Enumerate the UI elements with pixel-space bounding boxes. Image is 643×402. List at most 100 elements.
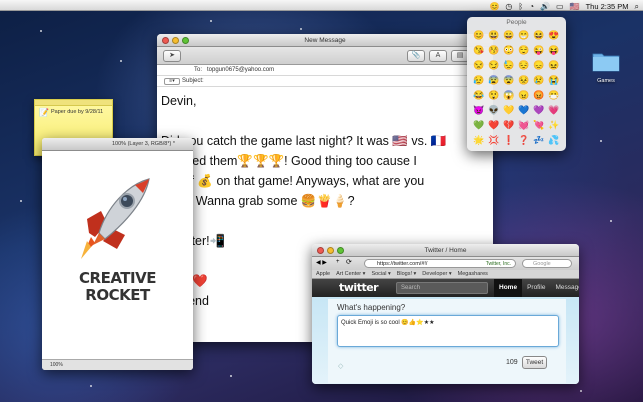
emoji-cell[interactable]: 😭 [547, 73, 561, 87]
emoji-cell[interactable]: 😂 [472, 88, 486, 102]
emoji-cell[interactable]: 💢 [487, 133, 501, 147]
zoom-button[interactable] [337, 247, 344, 254]
emoji-cell[interactable]: 😏 [487, 58, 501, 72]
emoji-cell[interactable]: 😘 [472, 43, 486, 57]
attach-button[interactable]: 📎 [407, 50, 425, 62]
nav-home[interactable]: Home [494, 279, 523, 297]
emoji-cell[interactable]: 💗 [547, 103, 561, 117]
image-editor-window[interactable]: 100% (Layer 3, RGB/8*) * CREATIVE ROCKET… [42, 138, 193, 370]
emoji-cell[interactable]: 😃 [487, 28, 501, 42]
send-button[interactable]: ➤ [163, 50, 181, 62]
add-bookmark-icon[interactable]: + [336, 259, 340, 265]
emoji-cell[interactable]: 💙 [517, 103, 531, 117]
emoji-icon[interactable]: 😊 [489, 2, 499, 11]
to-field[interactable]: topgun0675@yahoo.com [207, 65, 274, 76]
emoji-cell[interactable]: 😌 [517, 43, 531, 57]
emoji-cell[interactable]: ✨ [547, 118, 561, 132]
emoji-cell[interactable]: 😥 [472, 73, 486, 87]
emoji-cell[interactable]: 💘 [532, 118, 546, 132]
emoji-cell[interactable]: 😊 [472, 28, 486, 42]
mail-body-line [161, 111, 489, 131]
emoji-cell[interactable]: 😓 [502, 58, 516, 72]
browser-search-field[interactable]: Google [522, 259, 572, 268]
emoji-cell[interactable]: 😱 [502, 88, 516, 102]
emoji-cell[interactable]: 💜 [532, 103, 546, 117]
emoji-cell[interactable]: 😷 [547, 88, 561, 102]
emoji-cell[interactable]: 😣 [517, 73, 531, 87]
minimize-button[interactable] [172, 37, 179, 44]
emoji-cell[interactable]: 😒 [472, 58, 486, 72]
emoji-cell[interactable]: ❤️ [487, 118, 501, 132]
emoji-cell[interactable]: 😁 [517, 28, 531, 42]
emoji-cell[interactable]: 😄 [502, 28, 516, 42]
time-machine-icon[interactable]: ◷ [505, 2, 512, 11]
emoji-cell[interactable]: 🌟 [472, 133, 486, 147]
flag-icon[interactable]: 🇺🇸 [570, 2, 580, 11]
bookmark-item[interactable]: Apple [316, 270, 330, 278]
twitter-nav: Home Profile Messages [494, 279, 579, 297]
zoom-button[interactable] [182, 37, 189, 44]
twitter-logo[interactable]: twitter [339, 281, 379, 294]
sticky-content[interactable]: 📝 Paper due by 9/28/11 [35, 106, 112, 117]
bookmark-item[interactable]: Social ▾ [371, 270, 390, 278]
emoji-cell[interactable]: 😞 [532, 58, 546, 72]
emoji-cell[interactable]: 💔 [502, 118, 516, 132]
spotlight-icon[interactable]: ⌕ [635, 2, 639, 11]
menubar-clock[interactable]: Thu 2:35 PM [586, 2, 629, 11]
battery-icon[interactable]: ▭ [556, 2, 564, 11]
header-options-icon[interactable]: ≡▾ [164, 78, 180, 85]
emoji-cell[interactable]: ❓ [517, 133, 531, 147]
emoji-cell[interactable]: 😠 [517, 88, 531, 102]
bluetooth-icon[interactable]: ᛒ [518, 2, 523, 11]
fonts-button[interactable]: A [429, 50, 447, 62]
mail-titlebar[interactable]: New Message [157, 34, 493, 47]
nav-profile[interactable]: Profile [522, 279, 550, 297]
close-button[interactable] [162, 37, 169, 44]
bookmark-item[interactable]: Developer ▾ [422, 270, 451, 278]
emoji-cell[interactable]: 😚 [487, 43, 501, 57]
emoji-cell[interactable]: ❗ [502, 133, 516, 147]
volume-icon[interactable]: 🔊 [540, 2, 550, 11]
twitter-search-input[interactable]: Search [396, 282, 488, 294]
emoji-cell[interactable]: 😲 [487, 88, 501, 102]
address-bar[interactable]: https://twitter.com/#!/ Twitter, Inc. [364, 259, 516, 268]
bookmark-item[interactable]: Blogs! ▾ [397, 270, 417, 278]
reload-icon[interactable]: ⟳ [346, 258, 352, 266]
emoji-cell[interactable]: 😖 [547, 58, 561, 72]
zoom-level[interactable]: 100% [50, 362, 63, 368]
canvas[interactable]: CREATIVE ROCKET [42, 151, 193, 359]
emoji-cell[interactable]: 😔 [517, 58, 531, 72]
emoji-cell[interactable]: 💚 [472, 118, 486, 132]
tweet-button[interactable]: Tweet [522, 356, 547, 369]
emoji-cell[interactable]: 😆 [532, 28, 546, 42]
emoji-cell[interactable]: 😍 [547, 28, 561, 42]
emoji-cell[interactable]: 💤 [532, 133, 546, 147]
browser-titlebar[interactable]: Twitter / Home [312, 244, 579, 257]
wifi-icon[interactable]: ◔ [529, 2, 534, 11]
emoji-cell[interactable]: 😳 [502, 43, 516, 57]
emoji-cell[interactable]: 💦 [547, 133, 561, 147]
location-icon[interactable]: ◇ [338, 362, 343, 370]
bookmark-item[interactable]: Megashares [458, 270, 488, 278]
close-button[interactable] [317, 247, 324, 254]
emoji-cell[interactable]: 💓 [517, 118, 531, 132]
browser-window[interactable]: Twitter / Home ◀ ▶ + ⟳ https://twitter.c… [312, 244, 579, 384]
emoji-cell[interactable]: 😨 [502, 73, 516, 87]
emoji-cell[interactable]: 💛 [502, 103, 516, 117]
emoji-cell[interactable]: 😰 [487, 73, 501, 87]
emoji-cell[interactable]: 😢 [532, 73, 546, 87]
emoji-cell[interactable]: 👽 [487, 103, 501, 117]
image-titlebar[interactable]: 100% (Layer 3, RGB/8*) * [42, 138, 193, 151]
back-forward-buttons[interactable]: ◀ ▶ [316, 259, 327, 266]
desktop-folder-games[interactable]: Games [586, 50, 626, 84]
minimize-button[interactable] [327, 247, 334, 254]
emoji-cell[interactable]: 😡 [532, 88, 546, 102]
emoji-palette[interactable]: People 😊 😃 😄 😁 😆 😍 😘 😚 😳 😌 😜 😝 😒 😏 😓 😔 😞 😖 😥 😰 😨 😣 😢 😭 😂 😲 😱 😠 😡 😷 👿 👽 💛… [467, 17, 566, 151]
bookmark-item[interactable]: Art Center ▾ [336, 270, 365, 278]
emoji-cell[interactable]: 👿 [472, 103, 486, 117]
emoji-cell[interactable]: 😝 [547, 43, 561, 57]
nav-messages[interactable]: Messages [551, 279, 580, 297]
emoji-cell[interactable]: 😜 [532, 43, 546, 57]
folder-label: Games [597, 78, 615, 84]
tweet-input[interactable]: Quick Emoji is so cool 😊👍⭐★★ [337, 315, 559, 347]
